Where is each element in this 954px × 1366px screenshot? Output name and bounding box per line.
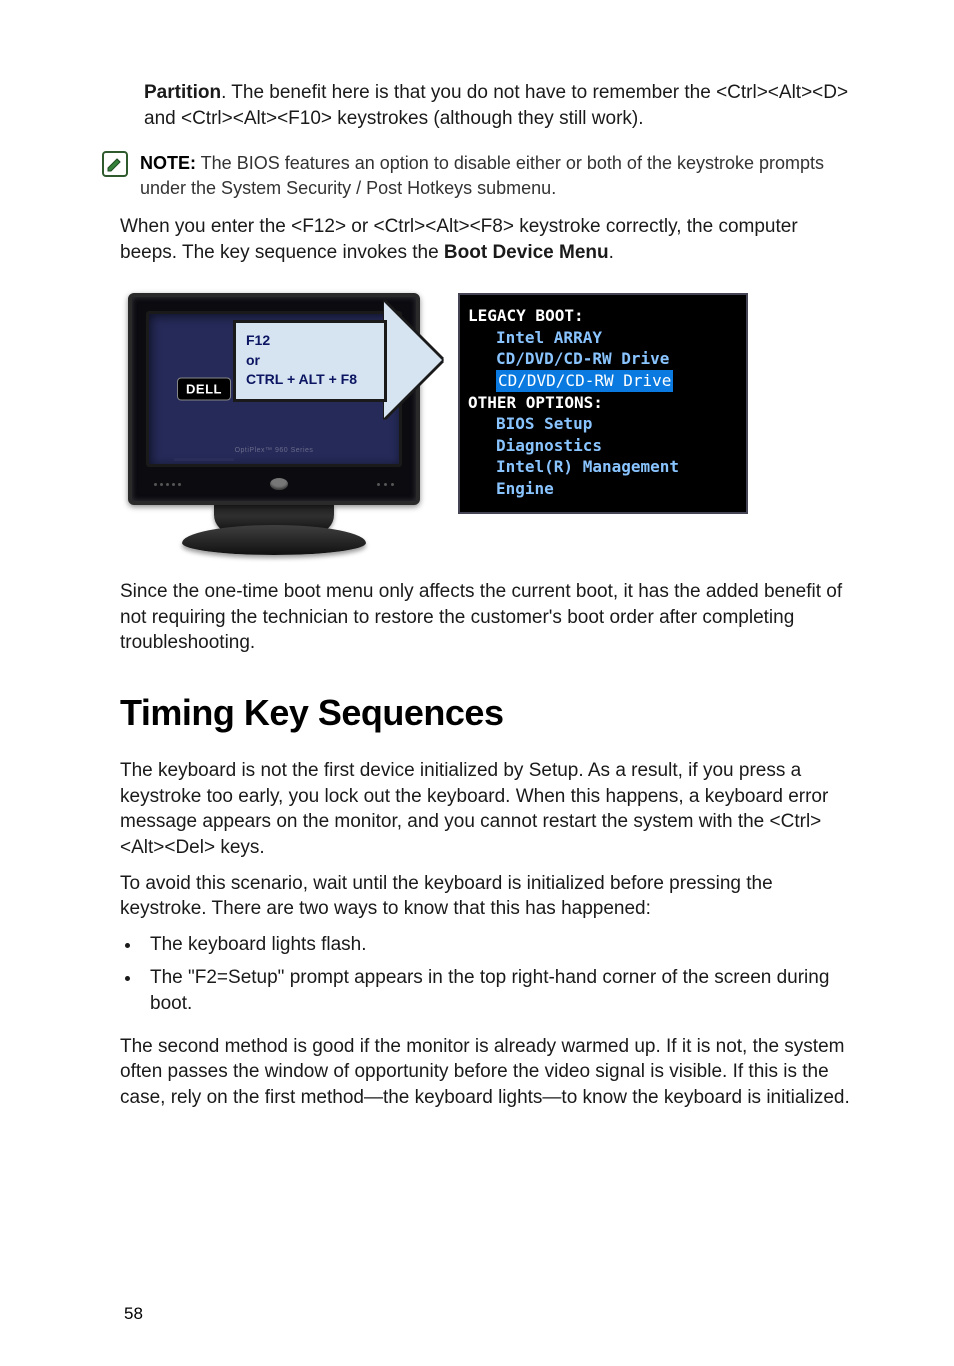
bullet-2: The "F2=Setup" prompt appears in the top… (142, 965, 854, 1018)
dell-badge: DELL (177, 378, 231, 401)
other-options-header: OTHER OPTIONS: (468, 392, 738, 414)
bullet-1: The keyboard lights flash. (142, 932, 854, 959)
arrow-line2: or (246, 351, 374, 371)
monitor-base (182, 525, 366, 555)
note-pencil-icon (102, 151, 128, 182)
timing-p1: The keyboard is not the first device ini… (120, 758, 854, 861)
note-block: NOTE: The BIOS features an option to dis… (120, 151, 854, 200)
arrow-head (384, 302, 442, 418)
model-line: OptiPlex™ 960 Series (235, 447, 314, 454)
other-item-1: Diagnostics (496, 435, 738, 457)
power-button-icon (270, 478, 288, 490)
legacy-item-2-selected: CD/DVD/CD-RW Drive (496, 370, 673, 392)
partition-bold: Partition (144, 82, 221, 103)
partition-paragraph: Partition. The benefit here is that you … (120, 80, 854, 131)
note-label: NOTE: (140, 153, 196, 173)
note-body: The BIOS features an option to disable e… (140, 153, 824, 197)
arrow-shaft: F12 or CTRL + ALT + F8 (233, 320, 387, 402)
legacy-boot-header: LEGACY BOOT: (468, 305, 738, 327)
keystroke-post: . (609, 242, 614, 263)
timing-p2: To avoid this scenario, wait until the k… (120, 871, 854, 922)
arrow-line1: F12 (246, 331, 374, 351)
other-item-0: BIOS Setup (496, 413, 738, 435)
legacy-item-0: Intel ARRAY (496, 327, 738, 349)
bullet-list: The keyboard lights flash. The "F2=Setup… (120, 932, 854, 1018)
legacy-item-2-wrap: CD/DVD/CD-RW Drive (496, 370, 738, 392)
document-page: Partition. The benefit here is that you … (0, 0, 954, 1366)
timing-heading: Timing Key Sequences (120, 692, 854, 734)
boot-menu-box: LEGACY BOOT: Intel ARRAY CD/DVD/CD-RW Dr… (458, 293, 748, 513)
one-time-boot-paragraph: Since the one-time boot menu only affect… (120, 579, 854, 656)
boot-device-menu-bold: Boot Device Menu (444, 242, 609, 263)
figure-row: DELL OptiPlex™ 960 Series F12 or CTRL + … (120, 293, 854, 555)
note-text: NOTE: The BIOS features an option to dis… (140, 151, 854, 200)
monitor-bezel (148, 473, 400, 495)
legacy-item-1: CD/DVD/CD-RW Drive (496, 348, 738, 370)
monitor-body: DELL OptiPlex™ 960 Series F12 or CTRL + … (128, 293, 420, 505)
partition-tail: . The benefit here is that you do not ha… (144, 82, 848, 129)
arrow-line3: CTRL + ALT + F8 (246, 370, 374, 390)
bezel-dots-left (154, 483, 181, 486)
bezel-dots-right (377, 483, 394, 486)
arrow-callout: F12 or CTRL + ALT + F8 (245, 310, 455, 420)
monitor-illustration: DELL OptiPlex™ 960 Series F12 or CTRL + … (120, 293, 428, 555)
monitor-screen: DELL OptiPlex™ 960 Series F12 or CTRL + … (146, 311, 402, 467)
timing-p3: The second method is good if the monitor… (120, 1034, 854, 1111)
page-number: 58 (124, 1304, 143, 1324)
keystroke-paragraph: When you enter the <F12> or <Ctrl><Alt><… (120, 214, 854, 265)
other-item-2: Intel(R) Management Engine (496, 456, 738, 499)
progress-bar (174, 458, 374, 461)
